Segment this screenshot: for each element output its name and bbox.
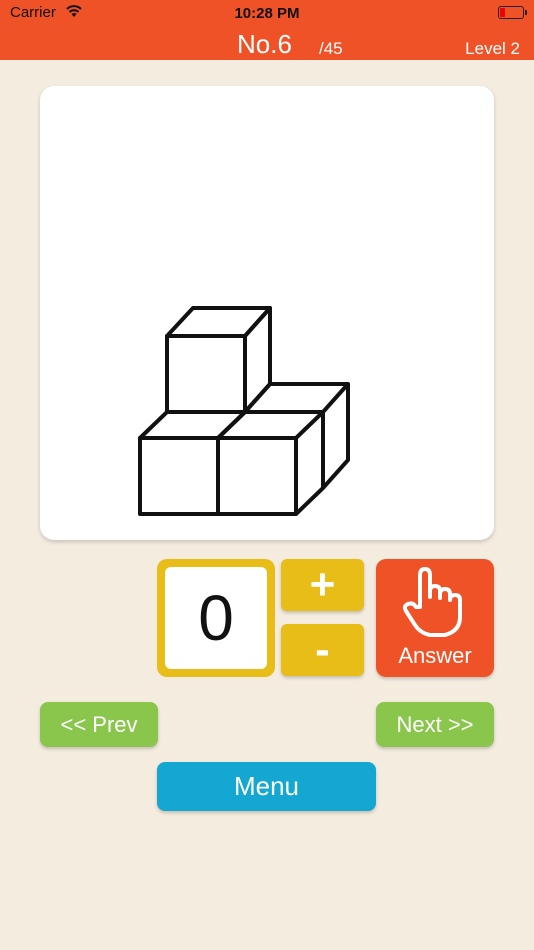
increment-button[interactable]: + [281, 559, 364, 611]
puzzle-total: /45 [319, 39, 343, 58]
puzzle-card [40, 86, 494, 540]
battery-icon [498, 6, 527, 19]
answer-label: Answer [398, 643, 472, 668]
cube-stack-illustration [138, 306, 350, 516]
pointing-hand-icon [402, 567, 462, 637]
clock: 10:28 PM [234, 5, 300, 22]
answer-button[interactable]: Answer [376, 559, 494, 677]
next-button[interactable]: Next >> [376, 702, 494, 747]
answer-counter: 0 [157, 559, 275, 677]
counter-value: 0 [165, 567, 267, 669]
level-label: Level 2 [465, 39, 520, 58]
header-bar: Carrier 10:28 PM No.6 /45 Level 2 [0, 0, 534, 60]
menu-button[interactable]: Menu [157, 762, 376, 811]
prev-button[interactable]: << Prev [40, 702, 158, 747]
decrement-button[interactable]: - [281, 624, 364, 676]
puzzle-number: No.6 [237, 29, 292, 59]
